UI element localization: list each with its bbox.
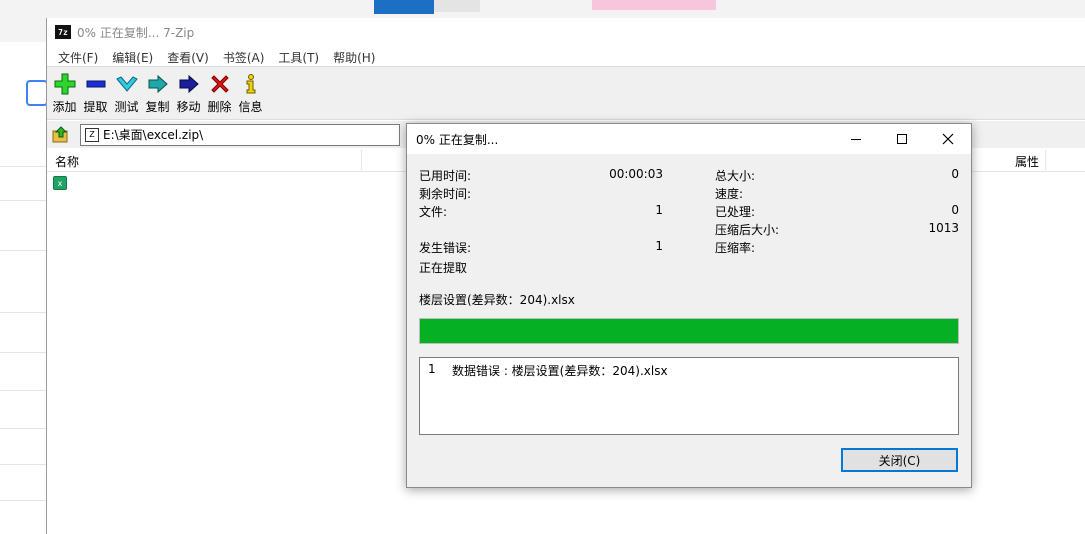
current-file-name: 楼层设置(差异数：204).xlsx (419, 293, 575, 307)
background-blue-tab (374, 0, 434, 14)
compressed-size-value: 1013 (928, 221, 959, 235)
files-label: 文件: (419, 205, 448, 219)
add-button[interactable]: 添加 (49, 67, 80, 119)
background-divider (0, 390, 46, 391)
compression-ratio-label: 压缩率: (715, 241, 756, 255)
column-separator[interactable] (1045, 150, 1046, 170)
plus-icon (53, 72, 77, 96)
total-size-value: 0 (951, 167, 959, 181)
speed-label: 速度: (715, 187, 744, 201)
elapsed-time-label: 已用时间: (419, 169, 472, 183)
error-index: 1 (428, 362, 436, 376)
minimize-button[interactable] (833, 124, 879, 154)
elapsed-time-value: 00:00:03 (609, 167, 663, 181)
excel-file-icon[interactable]: x (53, 176, 67, 190)
menu-bookmarks[interactable]: 书签(A) (216, 49, 272, 66)
progress-bar (419, 318, 959, 344)
files-value: 1 (655, 203, 663, 217)
toolbar: 添加 提取 测试 复制 移动 删除 信息 (47, 66, 1085, 120)
delete-label: 删除 (207, 100, 232, 114)
up-folder-icon (52, 125, 68, 142)
close-icon (942, 133, 954, 145)
close-window-button[interactable] (925, 124, 971, 154)
background-divider (0, 312, 46, 313)
copy-button[interactable]: 复制 (142, 67, 173, 119)
up-folder-button[interactable] (50, 124, 72, 146)
main-titlebar: 7z 0% 正在复制... 7-Zip (47, 18, 1085, 46)
background-divider (0, 352, 46, 353)
background-chart-icon (26, 80, 48, 106)
info-button[interactable]: 信息 (235, 67, 266, 119)
menu-file[interactable]: 文件(F) (51, 49, 105, 66)
menu-view[interactable]: 查看(V) (160, 49, 216, 66)
maximize-icon (897, 134, 907, 144)
background-divider (0, 166, 46, 167)
archive-icon: Z (85, 127, 99, 142)
menu-bar: 文件(F) 编辑(E) 查看(V) 书签(A) 工具(T) 帮助(H) (47, 46, 1085, 68)
copy-label: 复制 (145, 100, 170, 114)
move-arrow-icon (177, 72, 201, 96)
delete-x-icon (208, 72, 232, 96)
background-divider (0, 250, 46, 251)
minus-icon (84, 72, 108, 96)
errors-value: 1 (655, 239, 663, 253)
total-size-label: 总大小: (715, 169, 756, 183)
test-button[interactable]: 测试 (111, 67, 142, 119)
error-log-box[interactable]: 1 数据错误 : 楼层设置(差异数：204).xlsx (419, 357, 959, 435)
delete-button[interactable]: 删除 (204, 67, 235, 119)
close-button[interactable]: 关闭(C) (841, 448, 958, 472)
sevenzip-logo-icon: 7z (55, 25, 71, 39)
menu-tools[interactable]: 工具(T) (271, 49, 326, 66)
copy-progress-dialog: 0% 正在复制... 已用时间: 00:00:03 剩余时间: 文件: 1 发生… (406, 123, 972, 488)
copy-arrow-icon (146, 72, 170, 96)
info-icon (239, 72, 263, 96)
checkmark-icon (115, 72, 139, 96)
processed-value: 0 (951, 203, 959, 217)
background-divider (0, 200, 46, 201)
background-divider (0, 500, 46, 501)
dialog-titlebar: 0% 正在复制... (407, 124, 971, 154)
dialog-title: 0% 正在复制... (416, 132, 499, 147)
address-path: E:\桌面\excel.zip\ (103, 128, 204, 142)
address-input[interactable]: Z E:\桌面\excel.zip\ (80, 123, 400, 146)
add-label: 添加 (52, 100, 77, 114)
move-button[interactable]: 移动 (173, 67, 204, 119)
column-separator[interactable] (361, 150, 362, 170)
remaining-time-label: 剩余时间: (419, 187, 472, 201)
extract-button[interactable]: 提取 (80, 67, 111, 119)
processed-label: 已处理: (715, 205, 756, 219)
errors-label: 发生错误: (419, 241, 472, 255)
column-name[interactable]: 名称 (55, 153, 79, 170)
info-label: 信息 (238, 100, 263, 114)
background-divider (0, 464, 46, 465)
column-attributes[interactable]: 属性 (1015, 153, 1039, 170)
main-window-title: 0% 正在复制... 7-Zip (77, 25, 195, 40)
operation-status: 正在提取 (419, 261, 468, 275)
progress-fill (420, 319, 958, 343)
menu-edit[interactable]: 编辑(E) (105, 49, 160, 66)
move-label: 移动 (176, 100, 201, 114)
error-message: 数据错误 : 楼层设置(差异数：204).xlsx (452, 364, 668, 378)
background-gray-tab (434, 0, 480, 12)
test-label: 测试 (114, 100, 139, 114)
background-pink-tab (592, 0, 716, 10)
maximize-button[interactable] (879, 124, 925, 154)
compressed-size-label: 压缩后大小: (715, 223, 780, 237)
menu-help[interactable]: 帮助(H) (326, 49, 382, 66)
extract-label: 提取 (83, 100, 108, 114)
background-divider (0, 428, 46, 429)
minimize-icon (851, 138, 861, 140)
